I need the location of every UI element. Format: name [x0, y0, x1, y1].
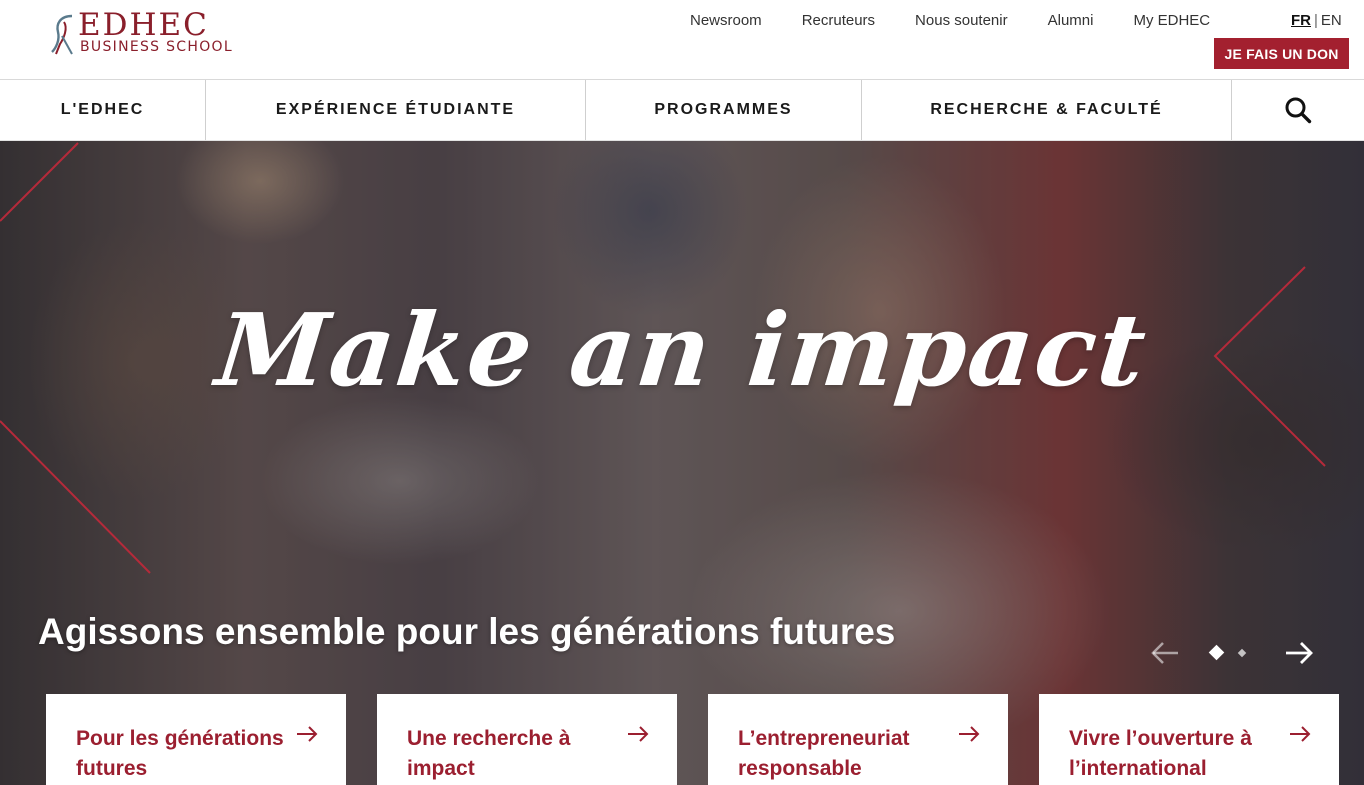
arrow-left-icon[interactable]: [1150, 640, 1180, 666]
arrow-right-icon: [959, 726, 980, 742]
logo-subtitle: BUSINESS SCHOOL: [80, 39, 233, 55]
nav-item-programmes[interactable]: PROGRAMMES: [586, 80, 862, 140]
feature-card-title: L’entrepreneuriat responsable: [738, 727, 910, 780]
hero-title: Make an impact: [211, 291, 1153, 409]
feature-card-title: Vivre l’ouverture à l’international: [1069, 727, 1252, 780]
hero-subtitle: Agissons ensemble pour les générations f…: [38, 611, 896, 652]
utility-link-nous-soutenir[interactable]: Nous soutenir: [915, 12, 1008, 29]
hero-banner: Make an impact Agissons ensemble pour le…: [0, 141, 1364, 785]
slider-dot-active[interactable]: [1208, 644, 1225, 661]
nav-item-ledhec[interactable]: L'EDHEC: [0, 80, 206, 140]
edhec-logo[interactable]: EDHEC BUSINESS SCHOOL: [50, 7, 250, 58]
lang-en-link[interactable]: EN: [1321, 12, 1342, 29]
main-nav: L'EDHEC EXPÉRIENCE ÉTUDIANTE PROGRAMMES …: [0, 80, 1364, 141]
arrow-right-icon[interactable]: [1284, 640, 1314, 666]
top-bar: EDHEC BUSINESS SCHOOL Newsroom Recruteur…: [0, 0, 1364, 80]
arrow-right-icon: [297, 726, 318, 742]
lang-separator: |: [1314, 12, 1318, 29]
utility-link-newsroom[interactable]: Newsroom: [690, 12, 762, 29]
feature-card[interactable]: Pour les générations futures: [46, 694, 346, 785]
arrow-right-icon: [628, 726, 649, 742]
slider-controls: [1150, 638, 1320, 668]
search-button[interactable]: [1232, 80, 1364, 140]
nav-item-recherche-faculte[interactable]: RECHERCHE & FACULTÉ: [862, 80, 1232, 140]
feature-card-title: Pour les générations futures: [76, 727, 284, 780]
utility-link-recruteurs[interactable]: Recruteurs: [802, 12, 875, 29]
utility-link-alumni[interactable]: Alumni: [1048, 12, 1094, 29]
feature-cards: Pour les générations futures Une recherc…: [46, 694, 1346, 785]
utility-link-my-edhec[interactable]: My EDHEC: [1133, 12, 1210, 29]
feature-card[interactable]: Vivre l’ouverture à l’international: [1039, 694, 1339, 785]
lang-fr-link[interactable]: FR: [1291, 12, 1311, 29]
feature-card[interactable]: L’entrepreneuriat responsable: [708, 694, 1008, 785]
utility-nav: Newsroom Recruteurs Nous soutenir Alumni…: [690, 12, 1210, 29]
slider-dot[interactable]: [1237, 648, 1247, 658]
nav-item-experience-etudiante[interactable]: EXPÉRIENCE ÉTUDIANTE: [206, 80, 586, 140]
search-icon: [1285, 97, 1312, 124]
feature-card[interactable]: Une recherche à impact: [377, 694, 677, 785]
logo-emblem-icon: [51, 14, 73, 55]
language-switcher: FR | EN: [1291, 12, 1342, 29]
hero-decorative-lines: [0, 142, 1326, 574]
donate-button[interactable]: JE FAIS UN DON: [1214, 38, 1349, 69]
arrow-right-icon: [1290, 726, 1311, 742]
logo-name: EDHEC: [78, 7, 209, 43]
feature-card-title: Une recherche à impact: [407, 727, 571, 780]
